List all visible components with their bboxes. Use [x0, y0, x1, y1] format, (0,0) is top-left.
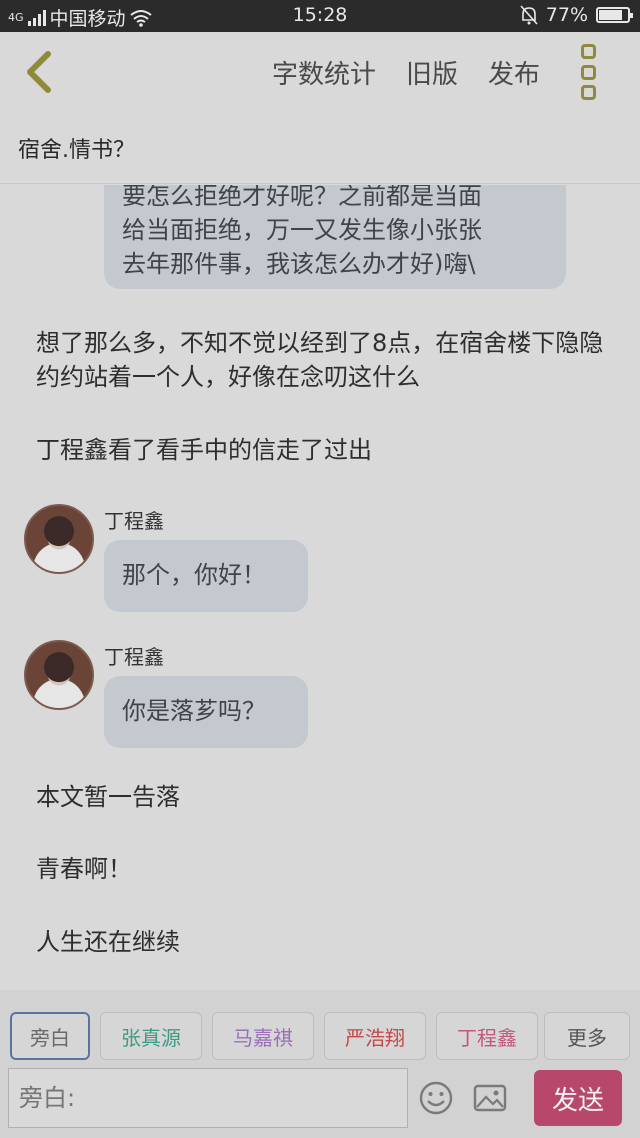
- role-chip-ma-jiaqi[interactable]: 马嘉祺: [212, 1012, 314, 1060]
- story-title[interactable]: 宿舍.情书？: [18, 132, 135, 164]
- story-title-bar: 宿舍.情书？: [0, 112, 640, 184]
- narration-text[interactable]: 想了那么多，不知不觉以经到了8点，在宿舍楼下隐隐约约站着一个人，好像在念叨这什么: [36, 326, 616, 394]
- word-count-button[interactable]: 字数统计: [272, 54, 376, 91]
- smiley-icon: [419, 1081, 453, 1115]
- battery-percent: 77%: [545, 4, 588, 26]
- role-chip-narrator[interactable]: 旁白: [10, 1012, 90, 1060]
- nav-bar: 字数统计 旧版 发布: [0, 32, 640, 112]
- narration-text[interactable]: 本文暂一告落: [36, 780, 616, 814]
- nav-actions: 字数统计 旧版 发布: [272, 54, 540, 91]
- more-menu-button[interactable]: [576, 44, 600, 100]
- narration-text[interactable]: 人生还在继续: [36, 925, 616, 959]
- speaker-name: 丁程鑫: [104, 509, 164, 533]
- role-chip-more[interactable]: 更多: [544, 1012, 630, 1060]
- message-input[interactable]: [8, 1068, 408, 1128]
- narration-text[interactable]: 青春啊！: [36, 852, 616, 886]
- bubble-line: 给当面拒绝，万一又发生像小张张: [122, 216, 482, 244]
- emoji-button[interactable]: [418, 1080, 454, 1116]
- battery-fill: [599, 10, 623, 20]
- role-chip-ding-chengxin[interactable]: 丁程鑫: [436, 1012, 538, 1060]
- status-right: 77%: [520, 4, 633, 26]
- chevron-left-icon: [27, 51, 51, 93]
- battery-icon: [596, 7, 633, 23]
- send-button[interactable]: 发送: [534, 1070, 622, 1126]
- more-dot-icon: [580, 44, 596, 59]
- avatar[interactable]: [24, 504, 94, 574]
- more-dot-icon: [580, 64, 596, 80]
- role-chip-yan-haoxiang[interactable]: 严浩翔: [324, 1012, 426, 1060]
- more-dot-icon: [580, 85, 596, 100]
- message-bubble[interactable]: 那个，你好！: [104, 540, 308, 612]
- message-bubble[interactable]: 要怎么拒绝才好呢？之前都是当面 给当面拒绝，万一又发生像小张张 去年那件事，我该…: [104, 185, 566, 289]
- bubble-line: 要怎么拒绝才好呢？之前都是当面: [122, 185, 482, 210]
- role-chip-zhang-zhenyuan[interactable]: 张真源: [100, 1012, 202, 1060]
- status-bar: 4G 中国移动 15:28 77%: [0, 0, 640, 32]
- message-bubble[interactable]: 你是落芗吗？: [104, 676, 308, 748]
- mute-bell-icon: [520, 5, 538, 25]
- bubble-line: 去年那件事，我该怎么办才好)嗨\: [122, 250, 476, 278]
- avatar[interactable]: [24, 640, 94, 710]
- image-icon: [473, 1084, 507, 1112]
- back-button[interactable]: [20, 48, 60, 96]
- narration-text[interactable]: 丁程鑫看了看手中的信走了过出: [36, 433, 616, 467]
- old-version-button[interactable]: 旧版: [406, 54, 458, 91]
- publish-button[interactable]: 发布: [488, 54, 540, 91]
- speaker-name: 丁程鑫: [104, 645, 164, 669]
- image-button[interactable]: [472, 1080, 508, 1116]
- composer-bar: 旁白 张真源 马嘉祺 严浩翔 丁程鑫 更多 发送: [0, 990, 640, 1138]
- story-content[interactable]: 要怎么拒绝才好呢？之前都是当面 给当面拒绝，万一又发生像小张张 去年那件事，我该…: [0, 185, 640, 989]
